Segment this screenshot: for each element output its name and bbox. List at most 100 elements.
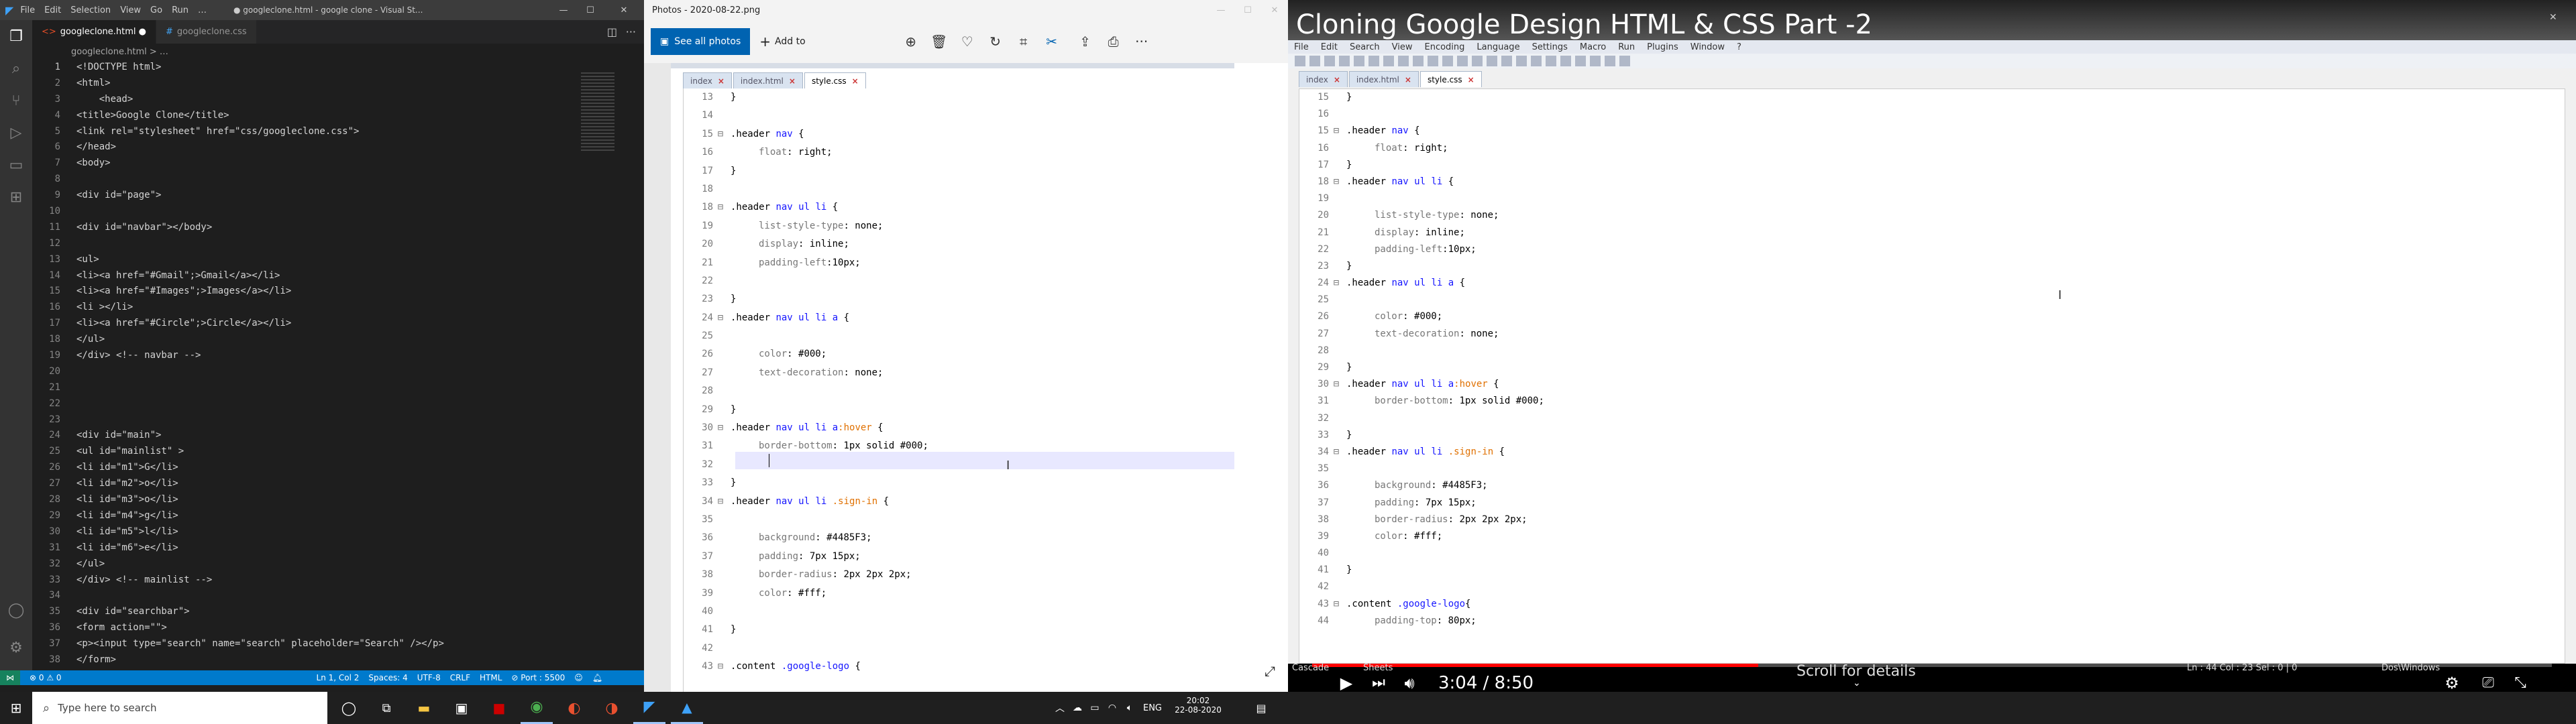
chevron-down-icon[interactable]: ⌄: [1853, 678, 1861, 688]
code-line[interactable]: 28 <li id="m3">o</li>: [32, 492, 644, 508]
remote-icon[interactable]: ⋈: [0, 670, 20, 685]
menu-selection[interactable]: Selection: [70, 5, 111, 15]
share-icon[interactable]: ⇪: [1071, 27, 1099, 56]
photo-viewer[interactable]: index × index.html × style.css × 13} 14 15 ⊟ .h…: [644, 63, 1288, 692]
code-line[interactable]: 16 <li ></li>: [32, 300, 644, 316]
app-icon-red[interactable]: ■: [483, 692, 515, 724]
code-line[interactable]: 13 <ul>: [32, 252, 644, 268]
minimize-icon[interactable]: —: [550, 0, 577, 20]
code-line[interactable]: 11 <div id="navbar"></body>: [32, 220, 644, 236]
see-all-photos-button[interactable]: ▣ See all photos: [651, 28, 751, 55]
code-line[interactable]: 21: [32, 380, 644, 396]
add-to-button[interactable]: + Add to: [759, 34, 805, 50]
split-editor-icon[interactable]: ◫: [607, 20, 617, 44]
code-line[interactable]: 3 <head>: [32, 92, 644, 108]
feedback-icon[interactable]: ☺: [574, 673, 583, 682]
code-line[interactable]: 4 <title>Google Clone</title>: [32, 108, 644, 124]
next-icon[interactable]: ⏭︎: [1368, 674, 1389, 692]
minimap[interactable]: [581, 72, 614, 153]
chrome-icon[interactable]: ◉: [521, 692, 553, 724]
code-line[interactable]: 38 </form>: [32, 652, 644, 668]
delete-icon[interactable]: 🗑︎: [925, 27, 953, 56]
code-line[interactable]: 15 <li><a href="#Images";>Images</a></li>: [32, 284, 644, 300]
menu-more[interactable]: …: [198, 5, 207, 15]
code-line[interactable]: 33 </div> <!-- mainlist -->: [32, 572, 644, 589]
code-line[interactable]: 26 <li id="m1">G</li>: [32, 460, 644, 476]
code-line[interactable]: 14 <li><a href="#Gmail";>Gmail</a></li>: [32, 268, 644, 284]
explorer-icon[interactable]: ❐: [0, 20, 32, 52]
code-line[interactable]: 9 <div id="page">: [32, 188, 644, 204]
run-debug-icon[interactable]: ▷: [0, 117, 32, 149]
code-line[interactable]: 2 <html>: [32, 76, 644, 92]
crop-icon[interactable]: ⌗: [1010, 27, 1038, 56]
code-line[interactable]: 36 <form action="">: [32, 620, 644, 636]
menu-view[interactable]: View: [120, 5, 141, 15]
code-line[interactable]: 10: [32, 204, 644, 220]
print-icon[interactable]: ⎙: [1099, 27, 1128, 56]
app-icon-orange-2[interactable]: ◑: [596, 692, 628, 724]
menu-file[interactable]: File: [20, 5, 35, 15]
code-line[interactable]: 22: [32, 396, 644, 412]
source-control-icon[interactable]: ⑂: [0, 84, 32, 117]
menu-run[interactable]: Run: [172, 5, 189, 15]
cast-icon[interactable]: ⎚: [2477, 674, 2500, 692]
code-line[interactable]: 31 <li id="m6">e</li>: [32, 540, 644, 556]
code-line[interactable]: 29 <li id="m4">g</li>: [32, 508, 644, 524]
show-hidden-icons[interactable]: ︿: [1052, 692, 1068, 724]
file-explorer-icon[interactable]: ▬: [408, 692, 440, 724]
code-line[interactable]: 1 <!DOCTYPE html>: [32, 60, 644, 76]
notifications-bell-icon[interactable]: 🔔︎: [592, 673, 602, 682]
video-title[interactable]: Cloning Google Design HTML & CSS Part -2: [1296, 9, 1872, 40]
fullscreen-expand-icon[interactable]: ⤢: [1258, 659, 1282, 683]
store-icon[interactable]: ▣: [445, 692, 478, 724]
play-icon[interactable]: ▶: [1336, 674, 1356, 692]
code-editor[interactable]: 1 <!DOCTYPE html> 2 <html> 3 <head> 4 <title>G…: [32, 60, 644, 670]
account-icon[interactable]: ◯: [0, 594, 32, 626]
code-line[interactable]: 18 </ul>: [32, 332, 644, 348]
minimize-icon[interactable]: —: [1208, 0, 1234, 20]
more-options-icon[interactable]: ···: [1128, 27, 1156, 56]
volume-icon[interactable]: 🔊︎: [1398, 674, 1421, 692]
settings-gear-icon[interactable]: ⚙: [0, 631, 32, 664]
more-actions-icon[interactable]: ···: [626, 20, 636, 44]
code-line[interactable]: 23: [32, 412, 644, 428]
language-mode[interactable]: HTML: [480, 673, 502, 682]
code-line[interactable]: 8: [32, 172, 644, 188]
live-server-port[interactable]: ⊘ Port : 5500: [511, 673, 565, 682]
maximize-icon[interactable]: ☐: [1234, 0, 1261, 20]
code-line[interactable]: 19 </div> <!-- navbar -->: [32, 348, 644, 364]
taskbar-search-box[interactable]: ⌕ Type here to search: [32, 692, 327, 724]
menu-go[interactable]: Go: [150, 5, 162, 15]
code-line[interactable]: 5 <link rel="stylesheet" href="css/google…: [32, 124, 644, 140]
notifications-icon[interactable]: ▤: [1248, 692, 1275, 724]
vscode-taskbar-icon[interactable]: ◤: [633, 692, 665, 724]
cortana-icon[interactable]: ◯: [333, 692, 365, 724]
maximize-icon[interactable]: ☐: [577, 0, 604, 20]
tab-googleclone-html[interactable]: <> googleclone.html ●: [32, 20, 156, 44]
code-line[interactable]: 30 <li id="m5">l</li>: [32, 524, 644, 540]
settings-gear-icon[interactable]: ⚙: [2442, 674, 2462, 692]
favorite-icon[interactable]: ♡: [953, 27, 981, 56]
remote-explorer-icon[interactable]: ▭: [0, 149, 32, 181]
code-line[interactable]: 34: [32, 588, 644, 604]
network-icon[interactable]: ☁: [1069, 692, 1085, 724]
search-icon[interactable]: ⌕: [0, 52, 32, 84]
app-icon-orange[interactable]: ◐: [558, 692, 590, 724]
code-line[interactable]: 20: [32, 364, 644, 380]
encoding[interactable]: UTF-8: [417, 673, 441, 682]
close-icon[interactable]: ✕: [1261, 0, 1288, 20]
rotate-icon[interactable]: ↻: [981, 27, 1010, 56]
language-indicator[interactable]: ENG: [1140, 692, 1165, 724]
code-line[interactable]: 32 </ul>: [32, 556, 644, 572]
tab-googleclone-css[interactable]: # googleclone.css: [156, 20, 257, 44]
code-line[interactable]: 24 <div id="main">: [32, 428, 644, 444]
clock[interactable]: 20:02 22-08-2020: [1171, 696, 1225, 715]
battery-icon[interactable]: ▭: [1087, 692, 1103, 724]
code-line[interactable]: 17 <li><a href="#Circle";>Circle</a></li>: [32, 316, 644, 332]
edit-create-icon[interactable]: ✂: [1038, 27, 1066, 56]
code-line[interactable]: 35 <div id="searchbar">: [32, 604, 644, 620]
code-line[interactable]: 12: [32, 236, 644, 252]
volume-icon[interactable]: 🔈︎: [1122, 692, 1138, 724]
wifi-icon[interactable]: ◠: [1104, 692, 1120, 724]
zoom-icon[interactable]: ⊕: [897, 27, 925, 56]
